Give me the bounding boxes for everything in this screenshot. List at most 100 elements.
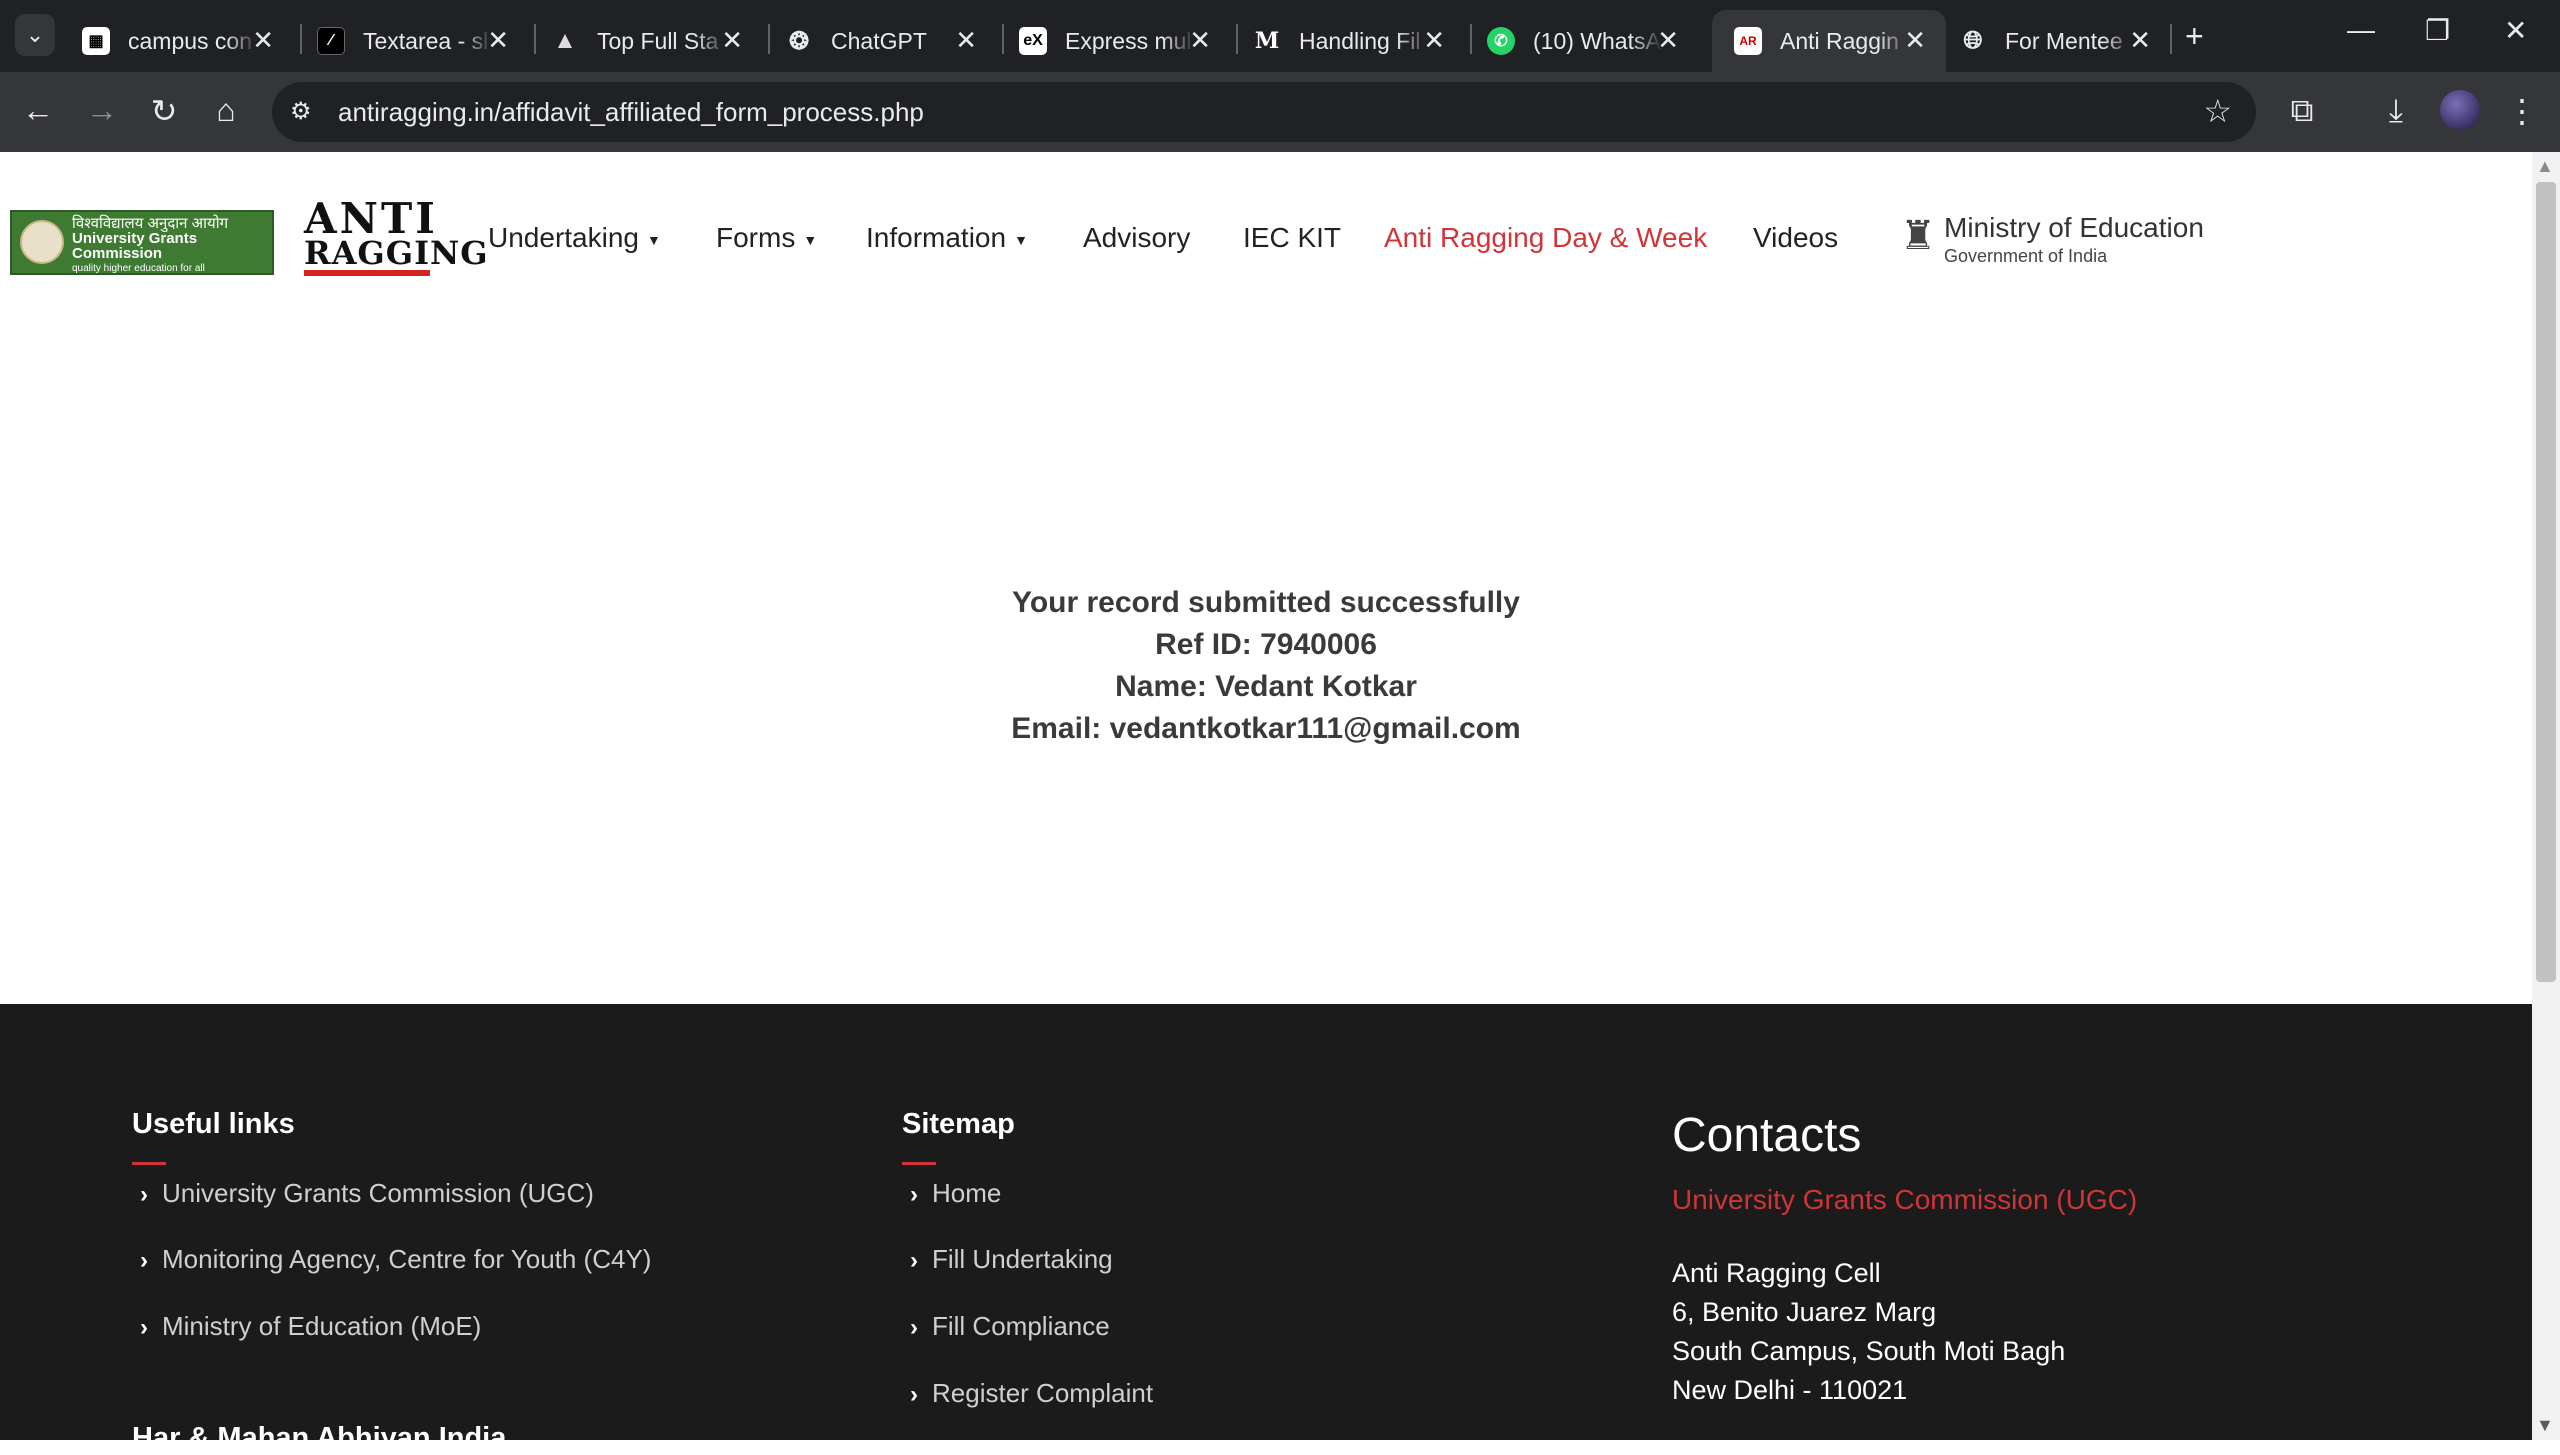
name-text: Name: Vedant Kotkar — [1115, 670, 1417, 703]
profile-avatar[interactable] — [2440, 90, 2480, 130]
scroll-up-icon[interactable]: ▲ — [2536, 156, 2554, 177]
home-icon: ⌂ — [216, 92, 236, 128]
sitemap-title: Sitemap — [902, 1108, 1015, 1140]
minimize-window-button[interactable]: — — [2347, 14, 2375, 46]
tab-search-button[interactable]: ⌄ — [15, 14, 55, 56]
anti-logo-underline — [304, 270, 430, 276]
arrow-left-icon: ← — [22, 92, 54, 128]
browser-tab[interactable]: ❂ ChatGPT ✕ — [763, 10, 997, 72]
tab-title: Anti Raggin — [1780, 27, 1899, 54]
restore-window-button[interactable]: ❐ — [2425, 14, 2450, 47]
footer-link-ugc[interactable]: › University Grants Commission (UGC) — [140, 1178, 594, 1209]
page-scrollbar[interactable]: ▲ ▼ — [2532, 152, 2560, 1440]
site-info-icon[interactable]: ⚙ — [290, 97, 312, 126]
contacts-title: Contacts — [1672, 1109, 1862, 1162]
nav-label: IEC KIT — [1243, 222, 1342, 253]
nav-advisory[interactable]: Advisory — [1083, 222, 1190, 254]
anti-ragging-logo[interactable]: ANTI RAGGING — [304, 194, 489, 278]
nav-iec-kit[interactable]: IEC KIT — [1243, 222, 1341, 254]
download-icon: ⤓ — [2388, 92, 2404, 128]
bookmark-star-icon[interactable]: ☆ — [2203, 92, 2232, 130]
sitemap-link-fill-undertaking[interactable]: › Fill Undertaking — [910, 1244, 1113, 1275]
contacts-ugc-link[interactable]: University Grants Commission (UGC) — [1672, 1184, 2137, 1216]
browser-tab[interactable]: M Handling Fil ✕ — [1231, 10, 1465, 72]
tab-title: Express mul — [1065, 27, 1192, 54]
close-tab-icon[interactable]: ✕ — [1657, 26, 1679, 54]
footer-link-c4y[interactable]: › Monitoring Agency, Centre for Youth (C4… — [140, 1244, 651, 1275]
nav-information[interactable]: Information ▼ — [866, 222, 1028, 254]
moe-title: Ministry of Education — [1944, 212, 2204, 243]
close-tab-icon[interactable]: ✕ — [252, 26, 274, 54]
caret-down-icon: ▼ — [1014, 231, 1028, 248]
ugc-logo-tagline: quality higher education for all — [72, 263, 205, 274]
nav-forms[interactable]: Forms ▼ — [716, 222, 817, 254]
whatsapp-icon: ✆ — [1487, 27, 1515, 55]
tab-separator — [2170, 24, 2172, 54]
browser-tab[interactable]: ▦ campus con ✕ — [60, 10, 294, 72]
scroll-thumb[interactable] — [2536, 182, 2556, 982]
menu-button[interactable]: ⋮ — [2502, 92, 2542, 130]
browser-toolbar: ← → ↻ ⌂ ⚙ antiragging.in/affidavit_affil… — [0, 72, 2560, 152]
textarea-icon: ⁄ — [317, 27, 345, 55]
address-line: Anti Ragging Cell — [1672, 1258, 1881, 1288]
nav-videos[interactable]: Videos — [1753, 222, 1838, 254]
footer-next-section-title: Har & Mahan Abhiyan India — [132, 1422, 507, 1454]
forward-button[interactable]: → — [82, 92, 122, 129]
browser-tab[interactable]: 🌐︎ For Mentee ✕ — [1937, 10, 2171, 72]
close-tab-icon[interactable]: ✕ — [2129, 26, 2151, 54]
browser-tab[interactable]: ⁄ Textarea - sl ✕ — [295, 10, 529, 72]
footer-link-moe[interactable]: › Ministry of Education (MoE) — [140, 1311, 481, 1342]
tab-title: Textarea - sl — [363, 27, 489, 54]
browser-tab-active[interactable]: AR Anti Raggin ✕ — [1712, 10, 1946, 72]
close-window-button[interactable]: ✕ — [2504, 14, 2527, 47]
address-bar[interactable]: ⚙ antiragging.in/affidavit_affiliated_fo… — [272, 82, 2256, 142]
url-text[interactable]: antiragging.in/affidavit_affiliated_form… — [338, 97, 924, 128]
moe-logo[interactable]: ♜ Ministry of Education Government of In… — [1898, 204, 2218, 270]
sitemap-link-register-complaint[interactable]: › Register Complaint — [910, 1378, 1153, 1409]
anti-logo-line1: ANTI — [304, 194, 438, 243]
browser-tab-bar: ⌄ ▦ campus con ✕ ⁄ Textarea - sl ✕ ▲ Top… — [0, 0, 2560, 72]
chevron-right-icon: › — [910, 1381, 918, 1408]
close-tab-icon[interactable]: ✕ — [1423, 26, 1445, 54]
sitemap-link-home[interactable]: › Home — [910, 1178, 1001, 1209]
kebab-menu-icon: ⋮ — [2506, 93, 2538, 129]
nav-undertaking[interactable]: Undertaking ▼ — [488, 222, 661, 254]
browser-tab[interactable]: ✆ (10) WhatsA ✕ — [1465, 10, 1699, 72]
extensions-button[interactable]: ⧉ — [2282, 92, 2322, 130]
mountain-icon: ▲ — [553, 27, 577, 54]
moe-subtitle: Government of India — [1944, 246, 2108, 266]
contacts-address: Anti Ragging Cell 6, Benito Juarez Marg … — [1672, 1254, 2065, 1410]
ugc-logo[interactable]: विश्वविद्यालय अनुदान आयोग University Gra… — [10, 210, 274, 275]
close-tab-icon[interactable]: ✕ — [1189, 26, 1211, 54]
scroll-down-icon[interactable]: ▼ — [2536, 1415, 2554, 1436]
tab-title: (10) WhatsA — [1533, 27, 1661, 54]
close-tab-icon[interactable]: ✕ — [955, 26, 977, 54]
tab-title: campus con — [128, 27, 253, 54]
close-tab-icon[interactable]: ✕ — [721, 26, 743, 54]
back-button[interactable]: ← — [18, 92, 58, 129]
browser-tab[interactable]: ▲ Top Full Sta ✕ — [529, 10, 763, 72]
sitemap-link-fill-compliance[interactable]: › Fill Compliance — [910, 1311, 1110, 1342]
link-label: Monitoring Agency, Centre for Youth (C4Y… — [162, 1244, 652, 1274]
new-tab-button[interactable]: + — [2185, 18, 2204, 55]
home-button[interactable]: ⌂ — [206, 92, 246, 129]
nav-label: Information — [866, 222, 1007, 253]
reload-button[interactable]: ↻ — [144, 92, 184, 130]
nav-anti-ragging-day-week[interactable]: Anti Ragging Day & Week — [1384, 222, 1707, 254]
nav-label: Advisory — [1083, 222, 1191, 253]
browser-tab[interactable]: eX Express mul ✕ — [997, 10, 1231, 72]
title-underline — [132, 1162, 166, 1165]
express-icon: eX — [1019, 27, 1047, 55]
close-tab-icon[interactable]: ✕ — [1904, 26, 1926, 54]
link-label: Home — [932, 1178, 1002, 1208]
tab-title: For Mentee — [2005, 27, 2123, 54]
submission-message: Your record submitted successfully Ref I… — [0, 582, 2532, 750]
ugc-logo-english: University Grants Commission — [72, 230, 198, 262]
arrow-right-icon: → — [86, 92, 118, 128]
downloads-button[interactable]: ⤓ — [2376, 92, 2416, 130]
reload-icon: ↻ — [150, 93, 178, 129]
site-footer: Useful links › University Grants Commissi… — [0, 1004, 2532, 1454]
medium-icon: M — [1254, 28, 1280, 54]
anti-logo-line2: RAGGING — [304, 234, 489, 272]
close-tab-icon[interactable]: ✕ — [487, 26, 509, 54]
